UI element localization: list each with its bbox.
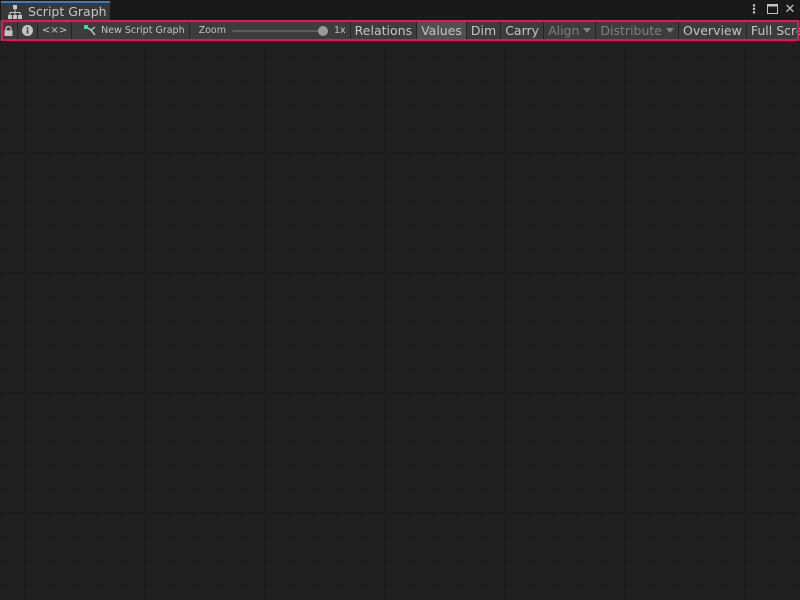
maximize-icon[interactable] <box>766 2 778 16</box>
script-graph-icon <box>84 25 96 36</box>
overview-button[interactable]: Overview <box>679 20 747 41</box>
lock-button[interactable] <box>0 20 18 41</box>
dim-button[interactable]: Dim <box>467 20 502 41</box>
zoom-control: Zoom 1x <box>190 20 351 41</box>
code-view-button[interactable]: <×> <box>38 20 73 41</box>
hierarchy-icon <box>8 4 22 19</box>
chevron-down-icon <box>583 28 592 33</box>
tab-title: Script Graph <box>28 4 107 19</box>
carry-label: Carry <box>505 23 540 38</box>
zoom-label: Zoom <box>198 25 226 36</box>
lock-icon <box>4 25 13 36</box>
kebab-menu-icon[interactable]: ⋮ <box>748 2 760 16</box>
carry-button[interactable]: Carry <box>501 20 545 41</box>
align-label: Align <box>548 23 580 38</box>
zoom-slider-track <box>232 29 328 32</box>
window-titlebar: Script Graph ⋮ ✕ <box>0 0 800 20</box>
info-icon <box>22 25 33 36</box>
align-dropdown[interactable]: Align <box>544 20 597 41</box>
relations-label: Relations <box>354 23 413 38</box>
zoom-slider[interactable] <box>232 25 328 37</box>
close-icon[interactable]: ✕ <box>784 2 796 17</box>
fullscreen-button[interactable]: Full Screen <box>747 20 800 41</box>
fullscreen-label: Full Screen <box>750 23 800 38</box>
distribute-label: Distribute <box>600 23 662 38</box>
zoom-slider-thumb[interactable] <box>318 25 328 36</box>
graph-name: New Script Graph <box>101 25 185 36</box>
code-icon: <×> <box>42 25 68 36</box>
info-button[interactable] <box>18 20 38 41</box>
graph-canvas[interactable] <box>0 41 800 600</box>
chevron-down-icon <box>666 28 674 33</box>
window-controls: ⋮ ✕ <box>748 2 796 17</box>
values-label: Values <box>421 23 462 38</box>
distribute-dropdown[interactable]: Distribute <box>596 20 679 41</box>
zoom-value: 1x <box>334 25 346 36</box>
dim-label: Dim <box>470 23 497 38</box>
values-button[interactable]: Values <box>417 20 467 41</box>
graph-selector-button[interactable]: New Script Graph <box>72 20 190 41</box>
relations-button[interactable]: Relations <box>351 20 418 41</box>
overview-label: Overview <box>683 23 742 38</box>
tab-script-graph[interactable]: Script Graph <box>1 1 110 20</box>
graph-toolbar: <×> New Script Graph Zoom 1x Relations V… <box>0 20 800 41</box>
